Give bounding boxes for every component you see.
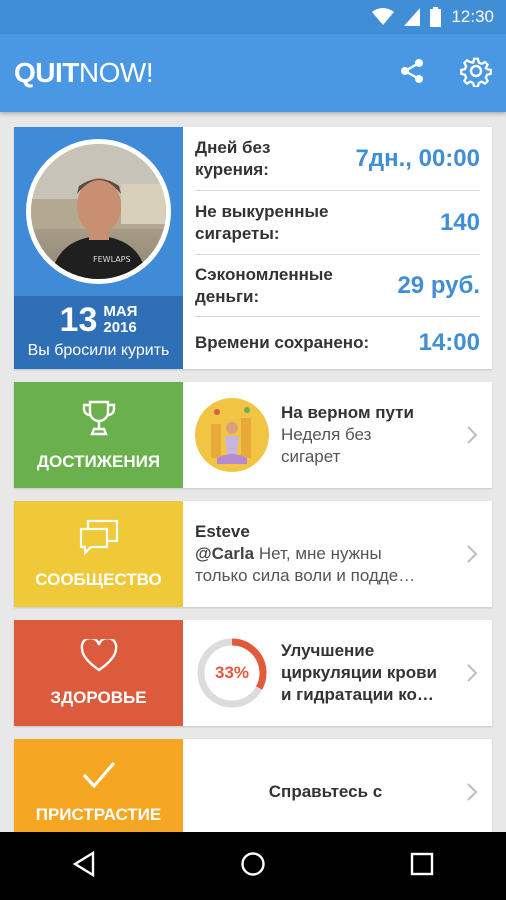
stat-label: Времени сохранено: xyxy=(195,333,370,352)
avatar[interactable]: FEWLAPS xyxy=(26,139,171,284)
profile-card[interactable]: FEWLAPS 13 МАЯ 2016 Вы бросили курить Дн… xyxy=(14,127,492,369)
profile-panel: FEWLAPS 13 МАЯ 2016 Вы бросили курить xyxy=(14,127,183,369)
chevron-right-icon xyxy=(466,663,478,688)
chevron-right-icon xyxy=(466,782,478,807)
app-bar: QUITNOW! xyxy=(0,34,506,112)
stat-value: 7дн., 00:00 xyxy=(355,144,480,172)
main-content: FEWLAPS 13 МАЯ 2016 Вы бросили курить Дн… xyxy=(14,127,492,845)
quit-date-day: 13 xyxy=(59,301,98,339)
addiction-tile[interactable]: ПРИСТРАСТИЕ xyxy=(14,739,183,845)
achievement-title: На верном пути xyxy=(281,403,414,422)
wifi-icon xyxy=(372,8,395,26)
stat-days: Дней без курения: 7дн., 00:00 xyxy=(195,127,480,191)
health-tile[interactable]: ЗДОРОВЬЕ xyxy=(14,620,183,726)
back-icon[interactable] xyxy=(72,850,96,882)
chat-bubbles-icon xyxy=(79,519,119,560)
addiction-label: ПРИСТРАСТИЕ xyxy=(35,804,162,824)
status-bar: 12:30 xyxy=(0,0,506,34)
health-card[interactable]: ЗДОРОВЬЕ 33% Улучшение циркуляции крови и … xyxy=(14,620,492,726)
quit-date-year: 2016 xyxy=(103,319,137,336)
stat-value: 140 xyxy=(439,208,480,236)
recents-icon[interactable] xyxy=(410,852,434,881)
achievements-label: ДОСТИЖЕНИЯ xyxy=(36,451,161,471)
logo-light: NOW! xyxy=(78,57,154,88)
home-icon[interactable] xyxy=(240,851,266,882)
battery-icon xyxy=(430,7,442,27)
addiction-card[interactable]: ПРИСТРАСТИЕ Справьтесь с xyxy=(14,739,492,845)
health-progress-label: 33% xyxy=(214,663,250,682)
quit-date-month-year: МАЯ 2016 xyxy=(103,304,137,336)
trophy-icon xyxy=(81,399,117,442)
logo-bold: QUIT xyxy=(14,57,79,88)
quit-date-month: МАЯ xyxy=(103,303,138,320)
cell-signal-icon xyxy=(404,8,421,26)
stat-value: 14:00 xyxy=(418,329,480,356)
quit-date: 13 МАЯ 2016 Вы бросили курить xyxy=(14,296,183,369)
achievements-card[interactable]: ДОСТИЖЕНИЯ На верном пути Неделя без сига… xyxy=(14,382,492,488)
stats-list: Дней без курения: 7дн., 00:00 Не выкуренн… xyxy=(183,127,492,369)
health-title: Улучшение циркуляции крови и гидратации ко… xyxy=(281,641,437,704)
achievements-tile[interactable]: ДОСТИЖЕНИЯ xyxy=(14,382,183,488)
community-body: Esteve @Carla Нет, мне нужны только сила … xyxy=(183,501,492,607)
stat-money: Сэкономленные деньги: 29 руб. xyxy=(195,255,480,317)
community-label: СООБЩЕСТВО xyxy=(35,569,162,589)
achievement-badge xyxy=(195,398,269,472)
stat-time: Времени сохранено: 14:00 xyxy=(195,317,480,369)
chevron-right-icon xyxy=(466,425,478,450)
chevron-right-icon xyxy=(466,544,478,569)
addiction-body: Справьтесь с xyxy=(183,739,492,845)
community-tile[interactable]: СООБЩЕСТВО xyxy=(14,501,183,607)
community-card[interactable]: СООБЩЕСТВО Esteve @Carla Нет, мне нужны т… xyxy=(14,501,492,607)
gear-icon[interactable] xyxy=(460,55,492,92)
app-logo: QUITNOW! xyxy=(14,57,154,89)
health-progress-ring: 33% xyxy=(195,636,269,710)
stat-cigarettes: Не выкуренные сигареты: 140 xyxy=(195,191,480,255)
achievements-body: На верном пути Неделя без сигарет xyxy=(183,382,492,488)
addiction-text: Справьтесь с xyxy=(268,782,383,801)
clock: 12:30 xyxy=(451,7,494,26)
heart-icon xyxy=(80,636,118,678)
achievement-sub: Неделя без сигарет xyxy=(281,425,372,466)
stat-label: Сэкономленные деньги: xyxy=(195,264,333,306)
system-nav-bar xyxy=(0,832,506,900)
health-body: 33% Улучшение циркуляции крови и гидратаци… xyxy=(183,620,492,726)
post-text: @Carla Нет, мне нужны только сила воли и … xyxy=(195,544,416,585)
share-icon[interactable] xyxy=(398,57,426,90)
health-label: ЗДОРОВЬЕ xyxy=(50,687,147,707)
quit-caption: Вы бросили курить xyxy=(27,342,170,359)
mention[interactable]: @Carla xyxy=(195,544,254,563)
stat-label: Не выкуренные сигареты: xyxy=(195,201,329,243)
svg-text:FEWLAPS: FEWLAPS xyxy=(93,255,131,264)
post-author: Esteve xyxy=(195,522,250,541)
stat-label: Дней без курения: xyxy=(195,137,271,179)
stat-value: 29 руб. xyxy=(397,271,480,299)
user-photo: FEWLAPS xyxy=(31,144,166,279)
checkmark-icon xyxy=(81,760,117,795)
